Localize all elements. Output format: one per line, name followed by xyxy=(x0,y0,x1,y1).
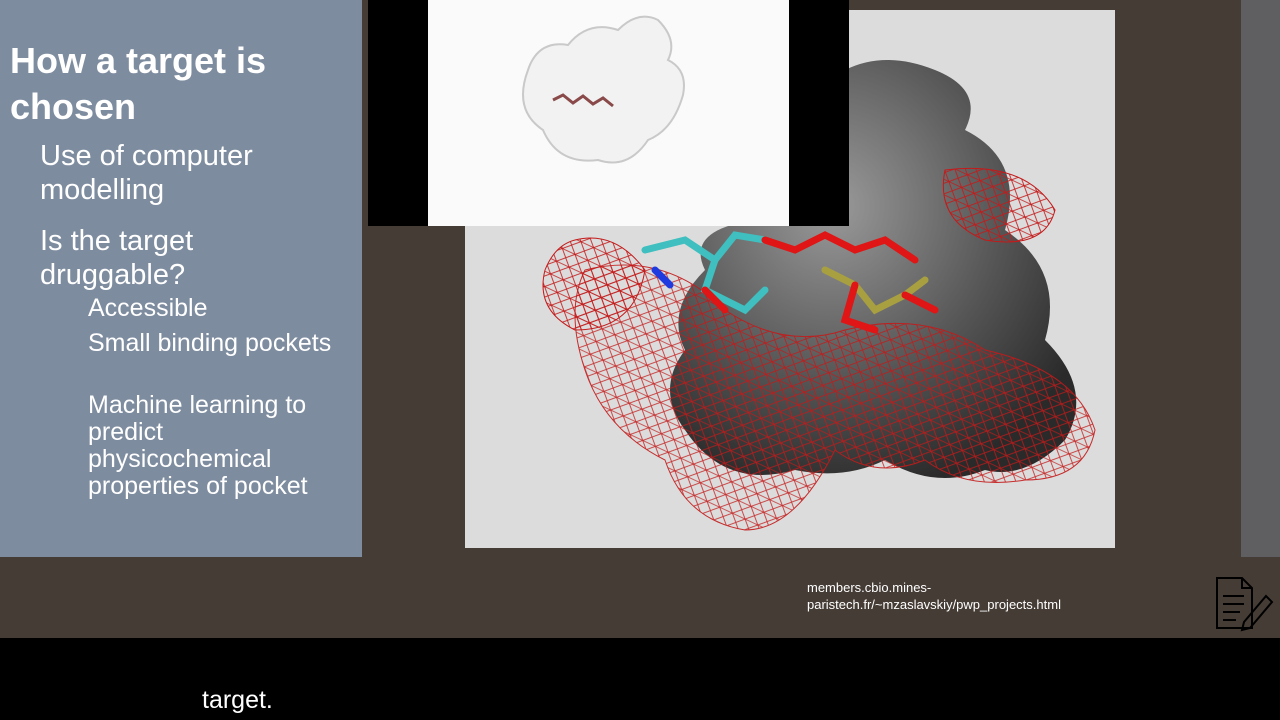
subbullet-machine-learning: Machine learning to predict physicochemi… xyxy=(88,391,308,500)
subbullet-binding-pockets: Small binding pockets xyxy=(88,329,332,357)
subtitle-caption: target. xyxy=(202,686,273,714)
subbullet-accessible: Accessible xyxy=(88,294,208,322)
text-panel: How a target is chosen Use of computer m… xyxy=(0,0,362,557)
notes-edit-icon[interactable] xyxy=(1214,574,1276,632)
protein-inset-image xyxy=(428,0,789,226)
caption-bar xyxy=(0,638,1280,720)
presentation-slide: How a target is chosen Use of computer m… xyxy=(0,0,1280,638)
bullet-computer-modelling: Use of computer modelling xyxy=(40,140,253,206)
right-edge-strip xyxy=(1241,0,1280,557)
source-url[interactable]: members.cbio.mines-paristech.fr/~mzaslav… xyxy=(807,579,1107,613)
slide-title: How a target is chosen xyxy=(10,40,267,127)
bullet-druggable: Is the target druggable? xyxy=(40,225,194,291)
